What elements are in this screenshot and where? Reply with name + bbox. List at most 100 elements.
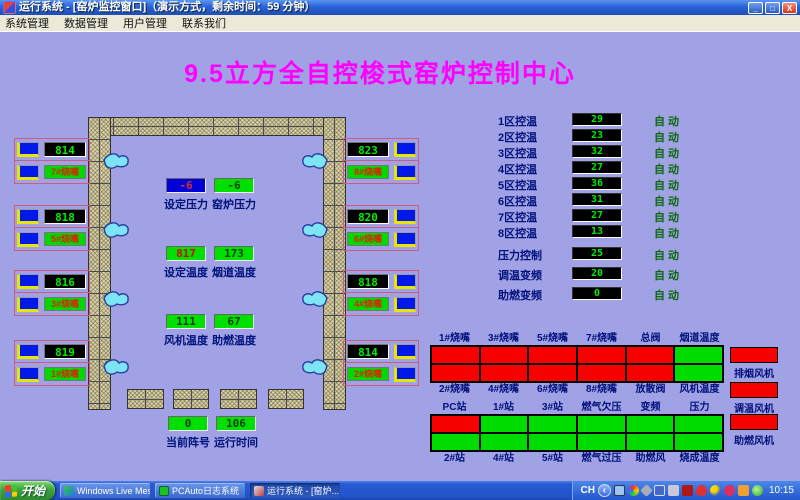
control-value-display[interactable]: 25 — [572, 247, 622, 260]
zone-mode-toggle[interactable]: 自 动 — [654, 113, 679, 129]
zone-value-display[interactable]: 31 — [572, 193, 622, 206]
grid-label: 2#烧嘴 — [430, 383, 479, 396]
burner-status-grid: 1#烧嘴 3#烧嘴 5#烧嘴 7#烧嘴 总阀 烟道温度 2#烧嘴 4#烧嘴 6#… — [430, 332, 724, 396]
zone-value-display[interactable]: 36 — [572, 177, 622, 190]
burner-temp-display[interactable]: 814 — [347, 344, 389, 359]
grid-label: 总阀 — [626, 332, 675, 345]
burner-temp-display[interactable]: 823 — [347, 142, 389, 157]
zone-mode-toggle[interactable]: 自 动 — [654, 177, 679, 193]
burner-toggle-icon[interactable] — [394, 165, 416, 180]
control-value-display[interactable]: 20 — [572, 267, 622, 280]
burner-toggle-icon[interactable] — [17, 297, 39, 312]
zone-value-display[interactable]: 32 — [572, 145, 622, 158]
grid-label: 压力 — [675, 401, 724, 414]
zone-mode-toggle[interactable]: 自 动 — [654, 161, 679, 177]
burner-toggle-icon[interactable] — [394, 232, 416, 247]
taskbar-task-messenger[interactable]: Windows Live Mes... — [60, 483, 150, 498]
burner-toggle-icon[interactable] — [394, 142, 416, 157]
taskbar-task-pcauto-log[interactable]: PCAuto日志系统 — [155, 483, 245, 498]
burner-label[interactable]: 7#烧嘴 — [44, 165, 86, 179]
burner-toggle-icon[interactable] — [394, 274, 416, 289]
burner-temp-display[interactable]: 816 — [44, 274, 86, 289]
control-mode-toggle[interactable]: 自 动 — [654, 267, 679, 283]
burner-label[interactable]: 2#烧嘴 — [347, 367, 389, 381]
flue-temp-display[interactable]: 173 — [214, 246, 254, 261]
zone-mode-toggle[interactable]: 自 动 — [654, 129, 679, 145]
zone-value-display[interactable]: 29 — [572, 113, 622, 126]
control-mode-toggle[interactable]: 自 动 — [654, 287, 679, 303]
burner-temp-display[interactable]: 820 — [347, 209, 389, 224]
shield-tray-icon[interactable] — [696, 485, 707, 496]
clock[interactable]: 10:15 — [769, 485, 794, 496]
burner-toggle-icon[interactable] — [17, 142, 39, 157]
taskbar-task-run-system[interactable]: 运行系统 - [窑炉... — [250, 483, 340, 498]
fan-temp-display[interactable]: 111 — [166, 314, 206, 329]
burner-temp-display[interactable]: 818 — [44, 209, 86, 224]
menu-user[interactable]: 用户管理 — [123, 15, 167, 31]
zone-value-display[interactable]: 23 — [572, 129, 622, 142]
burner-toggle-icon[interactable] — [394, 297, 416, 312]
burner-label[interactable]: 8#烧嘴 — [347, 165, 389, 179]
tray-collapse-icon[interactable]: ‹ — [598, 484, 611, 497]
globe-tray-icon[interactable] — [710, 485, 721, 496]
burner-label[interactable]: 5#烧嘴 — [44, 232, 86, 246]
burner-label[interactable]: 6#烧嘴 — [347, 232, 389, 246]
control-mode-toggle[interactable]: 自 动 — [654, 247, 679, 263]
zone-mode-toggle[interactable]: 自 动 — [654, 145, 679, 161]
task-label: PCAuto日志系统 — [172, 484, 239, 497]
comb-temp-display[interactable]: 67 — [214, 314, 254, 329]
zone-value-display[interactable]: 27 — [572, 209, 622, 222]
burner-unit-8: 823 8#烧嘴 — [343, 138, 419, 184]
menu-contact[interactable]: 联系我们 — [182, 15, 226, 31]
restore-button[interactable]: □ — [765, 2, 780, 14]
close-button[interactable]: X — [782, 2, 797, 14]
zone-value-display[interactable]: 13 — [572, 225, 622, 238]
language-indicator[interactable]: CH — [581, 485, 595, 496]
burner-toggle-icon[interactable] — [394, 344, 416, 359]
burner-toggle-icon[interactable] — [17, 209, 39, 224]
burner-toggle-icon[interactable] — [394, 367, 416, 382]
zone-mode-toggle[interactable]: 自 动 — [654, 209, 679, 225]
current-seg-display[interactable]: 0 — [168, 416, 208, 431]
window-controls: _ □ X — [748, 2, 797, 14]
burner-toggle-icon[interactable] — [17, 344, 39, 359]
set-temp-display[interactable]: 817 — [166, 246, 206, 261]
kiln-car-segment — [220, 389, 257, 409]
burner-toggle-icon[interactable] — [17, 274, 39, 289]
minimize-button[interactable]: _ — [748, 2, 763, 14]
burner-label[interactable]: 1#烧嘴 — [44, 367, 86, 381]
network-tray-icon[interactable] — [654, 485, 665, 496]
burner-label[interactable]: 4#烧嘴 — [347, 297, 389, 311]
burner-toggle-icon[interactable] — [394, 209, 416, 224]
set-pressure-display[interactable]: -6 — [166, 178, 206, 193]
window-titlebar[interactable]: 运行系统 - [窑炉监控窗口]（演示方式，剩余时间：59 分钟） _ □ X — [0, 0, 800, 15]
grid-label: 风机温度 — [675, 383, 724, 396]
burner-temp-display[interactable]: 818 — [347, 274, 389, 289]
burner-label[interactable]: 3#烧嘴 — [44, 297, 86, 311]
kiln-pressure-display[interactable]: -6 — [214, 178, 254, 193]
update-tray-icon[interactable] — [738, 485, 749, 496]
burner-toggle-icon[interactable] — [17, 367, 39, 382]
zone-mode-toggle[interactable]: 自 动 — [654, 193, 679, 209]
menu-data[interactable]: 数据管理 — [64, 15, 108, 31]
antivirus-tray-icon[interactable] — [682, 485, 693, 496]
display-tray-icon[interactable] — [614, 485, 625, 496]
burner-unit-2: 814 2#烧嘴 — [343, 340, 419, 386]
alert-tray-icon[interactable] — [724, 485, 735, 496]
burner-temp-display[interactable]: 819 — [44, 344, 86, 359]
control-value-display[interactable]: 0 — [572, 287, 622, 300]
taskbar: 开始 Windows Live Mes... PCAuto日志系统 运行系统 -… — [0, 481, 800, 500]
burner-toggle-icon[interactable] — [17, 165, 39, 180]
zone-value-display[interactable]: 27 — [572, 161, 622, 174]
start-button[interactable]: 开始 — [0, 481, 55, 500]
burner-temp-display[interactable]: 814 — [44, 142, 86, 157]
safety-tray-icon[interactable] — [752, 485, 763, 496]
zone-mode-toggle[interactable]: 自 动 — [654, 225, 679, 241]
diamond-tray-icon[interactable] — [640, 484, 653, 497]
grid-label: 3#烧嘴 — [479, 332, 528, 345]
tools-tray-icon[interactable] — [668, 485, 679, 496]
run-time-display[interactable]: 106 — [216, 416, 256, 431]
pinwheel-tray-icon[interactable] — [628, 485, 639, 496]
burner-toggle-icon[interactable] — [17, 232, 39, 247]
menu-system[interactable]: 系统管理 — [5, 15, 49, 31]
